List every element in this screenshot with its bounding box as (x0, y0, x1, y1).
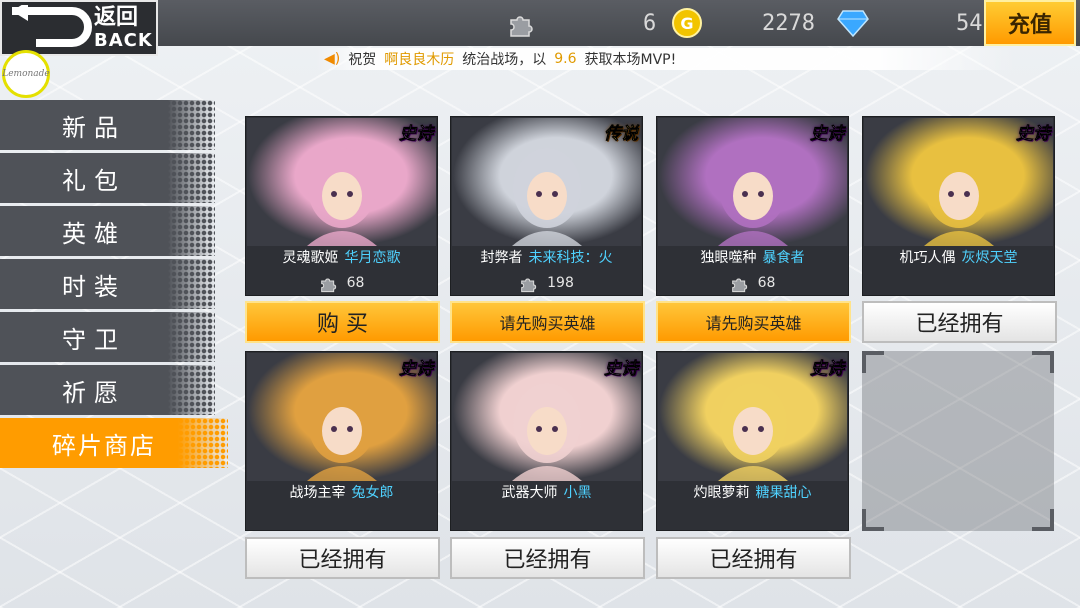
speaker-icon: ◀) (324, 51, 341, 67)
hero-title: 机巧人偶 (899, 250, 956, 266)
nav-item-new[interactable]: 新品 (0, 100, 215, 150)
hero-card[interactable]: 传说封弊者 未来科技：火 198 (450, 116, 643, 296)
nav-item-wish[interactable]: 祈愿 (0, 365, 215, 415)
hero-name: 武器大师 小黑 (451, 482, 642, 504)
skin-name: 灰烬天堂 (961, 250, 1018, 266)
top-bar: 6 G 2278 54 充值 (0, 0, 1080, 46)
shard-counter: 6 (505, 6, 656, 40)
hero-title: 武器大师 (501, 485, 558, 501)
buy-hero-first-button[interactable]: 请先购买英雄 (450, 301, 645, 343)
notice-score: 9.6 (554, 51, 577, 67)
hero-card[interactable]: 史诗机巧人偶 灰烬天堂 (862, 116, 1055, 296)
puzzle-piece-icon (320, 278, 336, 293)
back-label: 返回 BACK (94, 4, 153, 51)
rarity-badge: 史诗 (1016, 124, 1051, 145)
notice-middle: 统治战场，以 (462, 52, 547, 68)
notice-prefix: 祝贺 (348, 52, 377, 68)
buy-hero-first-button[interactable]: 请先购买英雄 (656, 301, 851, 343)
shard-cost-value: 68 (757, 275, 776, 291)
shard-cost: 198 (451, 273, 642, 293)
buy-button[interactable]: 购 买 (245, 301, 440, 343)
skin-name: 暴食者 (762, 250, 805, 266)
skin-name: 华月恋歌 (344, 250, 401, 266)
hero-name: 机巧人偶 灰烬天堂 (863, 247, 1054, 269)
diamond-icon (836, 6, 870, 40)
diamond-counter: 54 (836, 6, 983, 40)
svg-text:G: G (680, 14, 693, 33)
gold-value: 2278 (762, 10, 815, 36)
hero-title: 战场主宰 (289, 485, 346, 501)
shard-value: 6 (643, 10, 657, 36)
nav-item-guardian[interactable]: 守卫 (0, 312, 215, 362)
skin-name: 糖果甜心 (755, 485, 812, 501)
hero-card[interactable]: 史诗战场主宰 兔女郎 (245, 351, 438, 531)
back-button[interactable]: 返回 BACK (0, 0, 158, 56)
rarity-badge: 史诗 (604, 359, 639, 380)
hero-card[interactable]: 史诗灵魂歌姬 华月恋歌 68 (245, 116, 438, 296)
skin-name: 小黑 (563, 485, 592, 501)
gold-coin-icon: G (670, 6, 704, 40)
announcement-bar: ◀) 祝贺 啊良良木历 统治战场，以 9.6 获取本场MVP! (316, 48, 1016, 70)
rarity-badge: 传说 (604, 124, 639, 145)
nav-item-heroes[interactable]: 英雄 (0, 206, 215, 256)
notice-suffix: 获取本场MVP! (584, 52, 677, 68)
shard-cost-value: 68 (346, 275, 365, 291)
nav-item-skins[interactable]: 时装 (0, 259, 215, 309)
hero-name: 封弊者 未来科技：火 (451, 247, 642, 269)
rarity-badge: 史诗 (399, 359, 434, 380)
hero-name: 灵魂歌姬 华月恋歌 (246, 247, 437, 269)
puzzle-piece-icon (521, 278, 537, 293)
shard-cost: 68 (657, 273, 848, 293)
owned-button[interactable]: 已经拥有 (450, 537, 645, 579)
lemonade-logo[interactable]: Lemonade (2, 50, 50, 98)
nav-item-shard-shop[interactable]: 碎片商店 (0, 418, 228, 468)
hero-name: 灼眼萝莉 糖果甜心 (657, 482, 848, 504)
hero-title: 灵魂歌姬 (282, 250, 339, 266)
shard-cost: 68 (246, 273, 437, 293)
notice-player: 啊良良木历 (384, 52, 455, 68)
hero-title: 灼眼萝莉 (693, 485, 750, 501)
rarity-badge: 史诗 (399, 124, 434, 145)
owned-button[interactable]: 已经拥有 (245, 537, 440, 579)
hero-name: 独眼噬种 暴食者 (657, 247, 848, 269)
hero-card[interactable]: 史诗灼眼萝莉 糖果甜心 (656, 351, 849, 531)
hero-card[interactable]: 史诗武器大师 小黑 (450, 351, 643, 531)
hero-card[interactable]: 史诗独眼噬种 暴食者 68 (656, 116, 849, 296)
hero-title: 独眼噬种 (700, 250, 757, 266)
skin-name: 兔女郎 (351, 485, 394, 501)
gold-counter: G 2278 (670, 6, 815, 40)
rarity-badge: 史诗 (810, 359, 845, 380)
owned-button[interactable]: 已经拥有 (656, 537, 851, 579)
recharge-button[interactable]: 充值 (984, 0, 1076, 46)
shard-cost-value: 198 (547, 275, 574, 291)
back-arrow-icon (2, 3, 94, 53)
shop-sidebar: 新品 礼包 英雄 时装 守卫 祈愿 碎片商店 (0, 100, 230, 471)
puzzle-piece-icon (731, 278, 747, 293)
hero-title: 封弊者 (480, 250, 523, 266)
empty-card-slot (862, 351, 1054, 531)
puzzle-piece-icon (505, 6, 539, 40)
rarity-badge: 史诗 (810, 124, 845, 145)
owned-button[interactable]: 已经拥有 (862, 301, 1057, 343)
skin-name: 未来科技：火 (528, 250, 613, 266)
diamond-value: 54 (956, 10, 983, 36)
nav-item-gift-pack[interactable]: 礼包 (0, 153, 215, 203)
hero-name: 战场主宰 兔女郎 (246, 482, 437, 504)
